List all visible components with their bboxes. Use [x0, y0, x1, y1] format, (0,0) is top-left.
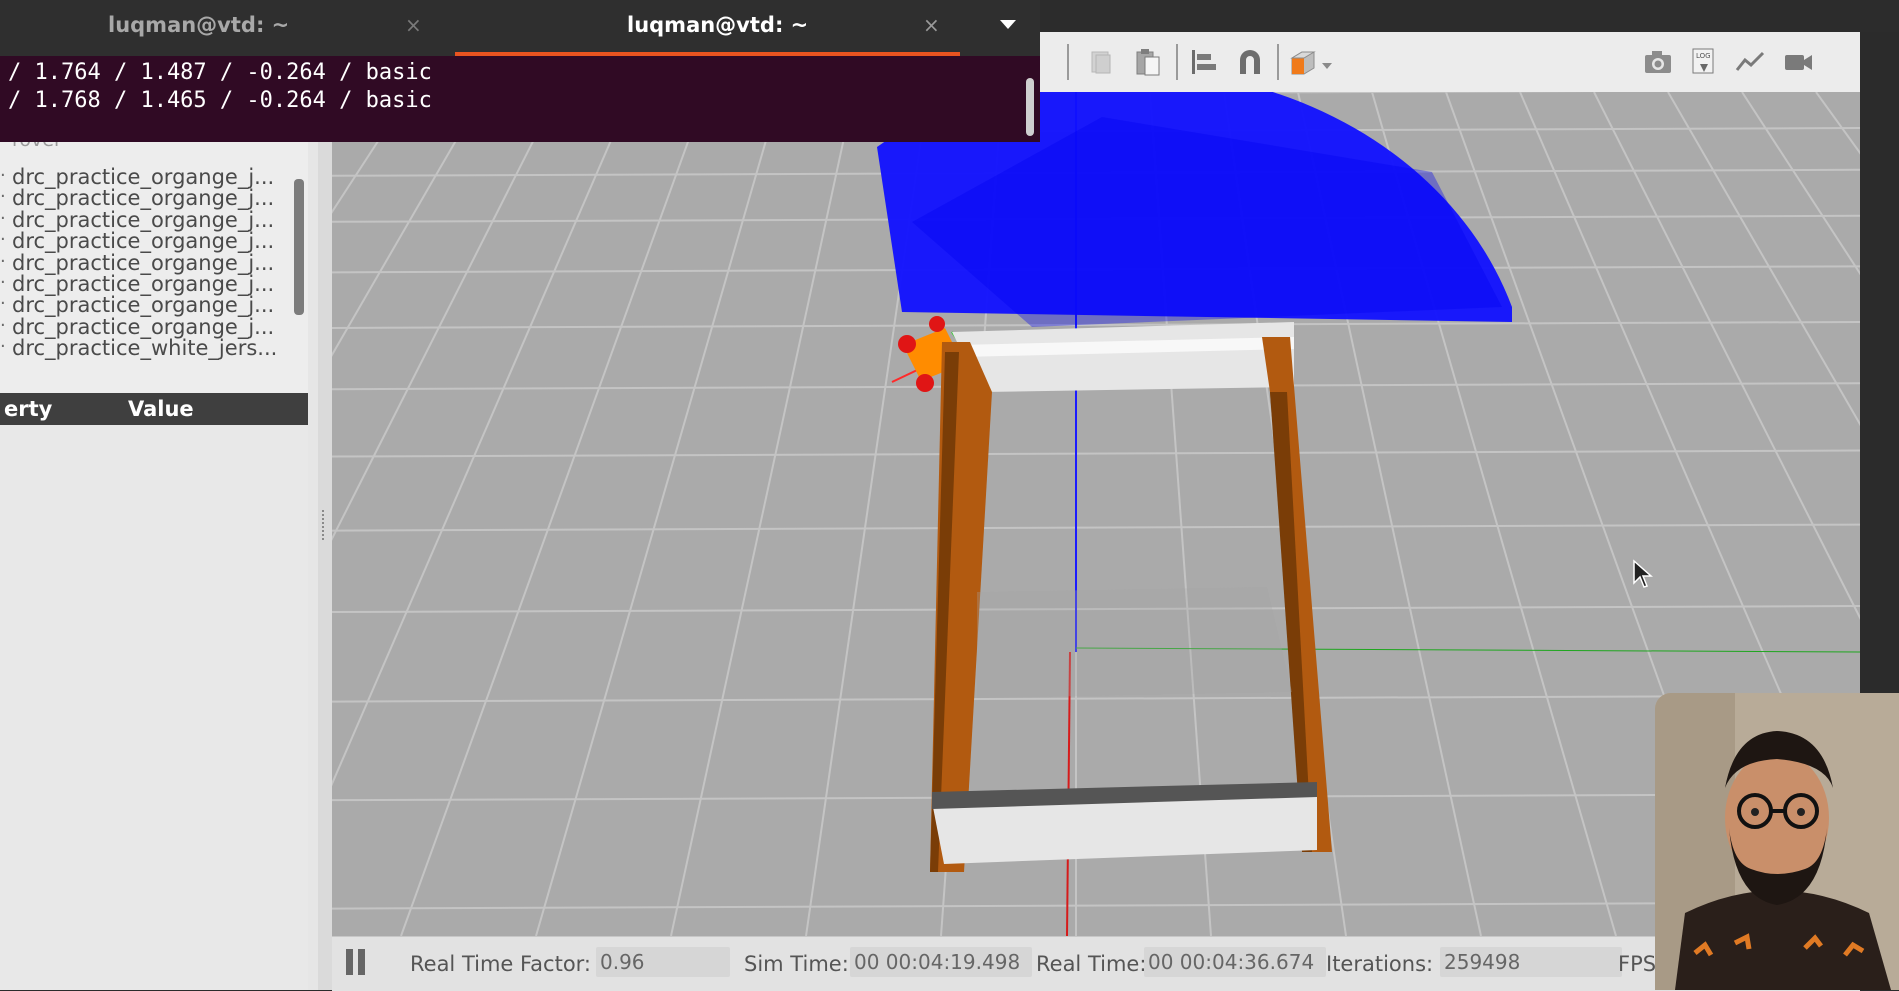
wall-top-white — [952, 322, 1294, 392]
robot-wheel — [898, 335, 916, 353]
real-time-factor-label: Real Time Factor: — [410, 952, 592, 976]
active-tab-indicator — [455, 52, 960, 56]
copy-icon[interactable] — [1085, 46, 1117, 78]
splitter-handle[interactable] — [322, 510, 328, 540]
scrollbar[interactable] — [294, 179, 304, 315]
world-panel: rover · drc_practice_organge_j... · drc_pra… — [0, 135, 320, 990]
robot-wheel — [929, 316, 945, 332]
real-time-value: 00 00:04:36.674 — [1144, 947, 1326, 977]
close-icon[interactable]: × — [923, 13, 940, 37]
presenter-image — [1655, 693, 1899, 990]
status-bar: Real Time Factor: 0.96 Sim Time: 00 00:0… — [332, 936, 1860, 991]
robot-wheel — [916, 374, 934, 392]
pause-button[interactable] — [346, 949, 370, 977]
view-angle-icon[interactable] — [1288, 46, 1320, 78]
chevron-down-icon[interactable] — [1000, 20, 1016, 29]
webcam-presenter-overlay — [1655, 693, 1899, 990]
terminal-tab-1[interactable]: luqman@vtd: ~ × — [0, 0, 455, 56]
terminal-output-line: / 1.768 / 1.465 / -0.264 / basic — [8, 88, 432, 113]
iterations-value: 259498 — [1440, 947, 1622, 977]
terminal-tab-title: luqman@vtd: ~ — [627, 13, 809, 37]
real-time-factor-value: 0.96 — [596, 947, 730, 977]
value-column-header: Value — [128, 397, 194, 421]
enclosure-floor-shade — [977, 587, 1292, 698]
toolbar-separator — [1277, 44, 1279, 80]
terminal-window[interactable]: luqman@vtd: ~ × luqman@vtd: ~ × / 1.764 … — [0, 0, 1040, 142]
paste-icon[interactable] — [1132, 46, 1164, 78]
property-column-header: erty — [4, 397, 53, 421]
model-tree[interactable]: rover · drc_practice_organge_j... · drc_pra… — [0, 135, 308, 393]
scrollbar[interactable] — [1026, 78, 1034, 136]
property-table-body — [0, 425, 308, 990]
iterations-label: Iterations: — [1326, 952, 1434, 976]
close-icon[interactable]: × — [405, 13, 422, 37]
log-icon[interactable]: LOG — [1688, 46, 1720, 78]
gazebo-toolbar: LOG — [1040, 32, 1860, 93]
list-bullet: · — [0, 336, 6, 358]
real-time-label: Real Time: — [1036, 952, 1147, 976]
model-item[interactable]: drc_practice_white_jers... — [12, 336, 277, 362]
gazebo-title-bar — [1040, 0, 1899, 32]
sim-time-value: 00 00:04:19.498 — [850, 947, 1032, 977]
panel-splitter[interactable] — [318, 135, 333, 990]
terminal-tab-title: luqman@vtd: ~ — [108, 13, 290, 37]
pause-bar — [358, 949, 365, 975]
chevron-down-icon[interactable] — [1320, 46, 1334, 78]
terminal-tab-2[interactable]: luqman@vtd: ~ × — [455, 0, 960, 56]
scene-render — [332, 92, 1860, 936]
terminal-output-line: / 1.764 / 1.487 / -0.264 / basic — [8, 60, 432, 85]
property-table-header: erty Value — [0, 393, 308, 425]
screenshot-icon[interactable] — [1642, 46, 1674, 78]
pause-bar — [346, 949, 353, 975]
toolbar-separator — [1176, 44, 1178, 80]
scene-viewport[interactable] — [332, 92, 1860, 936]
snap-icon[interactable] — [1234, 46, 1266, 78]
sim-time-label: Sim Time: — [744, 952, 849, 976]
log-icon-text: LOG — [1696, 52, 1711, 60]
mouse-cursor-icon — [1633, 559, 1653, 588]
record-video-icon[interactable] — [1782, 46, 1814, 78]
plot-icon[interactable] — [1734, 46, 1766, 78]
toolbar-separator — [1067, 44, 1069, 80]
terminal-tab-bar: luqman@vtd: ~ × luqman@vtd: ~ × — [0, 0, 1040, 56]
fps-label: FPS — [1618, 952, 1657, 976]
align-icon[interactable] — [1187, 46, 1219, 78]
